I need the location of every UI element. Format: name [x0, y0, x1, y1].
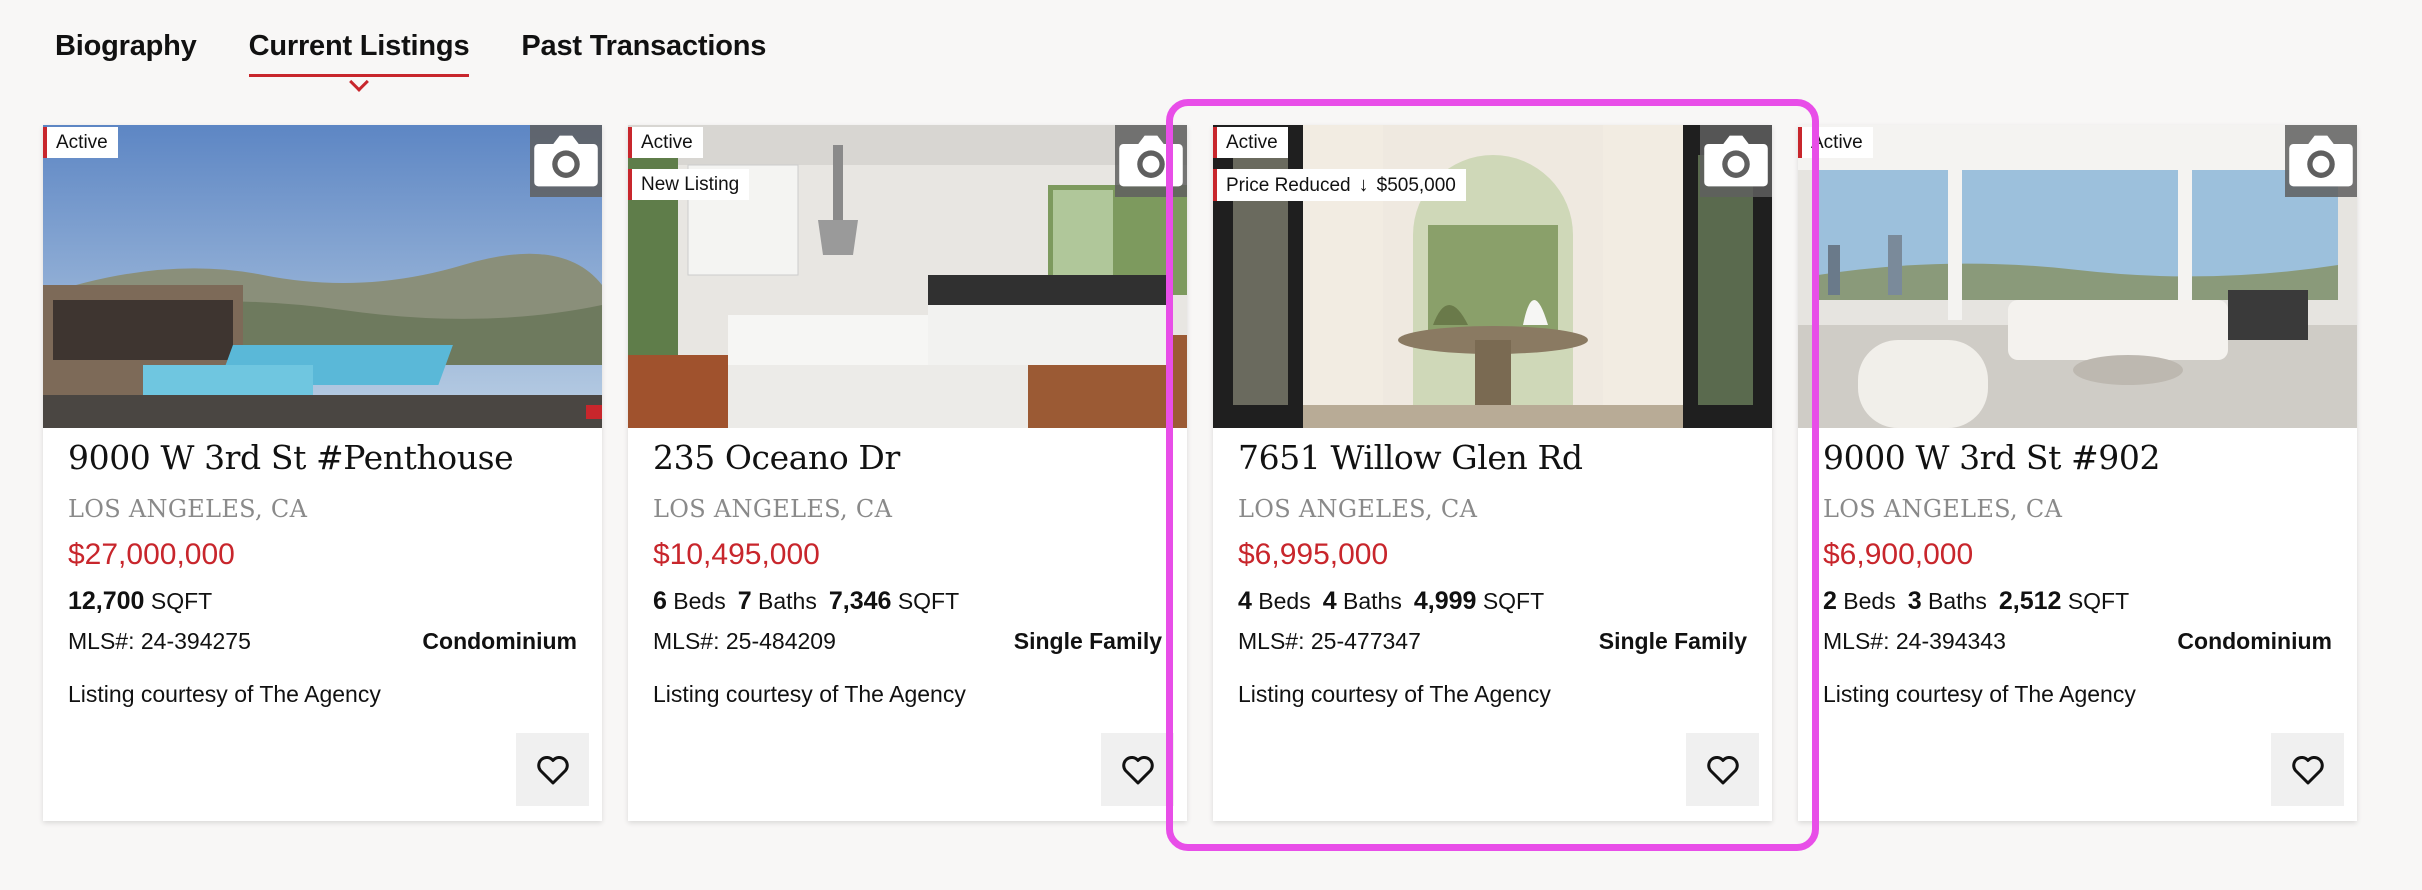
baths-value: 7: [737, 587, 752, 615]
baths-value: 4: [1322, 587, 1337, 615]
listing-address[interactable]: 235 Oceano Dr: [653, 438, 900, 477]
listing-price: $6,995,000: [1238, 538, 1389, 571]
mls-number: MLS#: 24-394275: [68, 628, 251, 654]
property-type: Condominium: [2177, 628, 2332, 654]
status-badge-label: Active: [1811, 132, 1863, 153]
favorite-button[interactable]: [2271, 733, 2344, 806]
favorite-button[interactable]: [1101, 733, 1174, 806]
baths-label: Baths: [758, 588, 817, 614]
status-badge-label: Active: [1226, 132, 1278, 153]
property-type: Single Family: [1598, 628, 1747, 654]
listing-specs: 12,700 SQFT: [68, 587, 212, 616]
listing-photo[interactable]: Active: [1798, 125, 2357, 428]
heart-icon: [1121, 755, 1154, 784]
listing-address[interactable]: 7651 Willow Glen Rd: [1238, 438, 1583, 477]
favorite-button[interactable]: [516, 733, 589, 806]
status-badge: Active: [1798, 127, 1873, 158]
listing-photo[interactable]: Active New Listing: [628, 125, 1187, 428]
sqft-value: 7,346: [828, 587, 892, 615]
beds-label: Beds: [1258, 588, 1311, 614]
listing-card[interactable]: Active Price Reduced ↓ $505,000 7651 Willo…: [1213, 125, 1772, 821]
beds-label: Beds: [1843, 588, 1896, 614]
beds-value: 4: [1238, 587, 1252, 615]
new-listing-badge-label: New Listing: [641, 174, 740, 195]
property-type: Single Family: [1013, 628, 1162, 654]
arrow-down-icon: ↓: [1358, 174, 1369, 196]
status-badge: Active: [43, 127, 118, 158]
status-badge: Active: [1213, 127, 1288, 158]
listing-address[interactable]: 9000 W 3rd St #902: [1823, 438, 2160, 477]
baths-label: Baths: [1928, 588, 1987, 614]
price-reduced-amount: $505,000: [1376, 174, 1456, 196]
beds-value: 2: [1823, 587, 1837, 615]
listing-photo[interactable]: Active: [43, 125, 602, 428]
heart-icon: [536, 755, 569, 784]
listing-specs: 4 Beds 4 Baths 4,999 SQFT: [1238, 587, 1544, 616]
listing-courtesy: Listing courtesy of The Agency: [1238, 681, 1551, 707]
tab-biography[interactable]: Biography: [55, 30, 197, 77]
beds-label: Beds: [673, 588, 726, 614]
heart-icon: [2291, 755, 2324, 784]
listing-courtesy: Listing courtesy of The Agency: [653, 681, 966, 707]
listing-price: $27,000,000: [68, 538, 235, 571]
camera-icon[interactable]: [1700, 125, 1772, 197]
status-badge: Active: [628, 127, 703, 158]
camera-icon[interactable]: [530, 125, 602, 197]
price-reduced-badge: Price Reduced ↓ $505,000: [1213, 169, 1466, 201]
property-type: Condominium: [422, 628, 577, 654]
sqft-label: SQFT: [897, 588, 960, 614]
listing-tabs: Biography Current Listings Past Transact…: [55, 30, 766, 92]
sqft-value: 4,999: [1413, 587, 1477, 615]
listing-card[interactable]: Active 9000 W 3rd St #902 LOS ANGELES, C…: [1798, 125, 2357, 821]
tab-current-listings-label: Current Listings: [248, 30, 470, 62]
mls-number: MLS#: 25-477347: [1238, 628, 1421, 654]
listing-courtesy: Listing courtesy of The Agency: [1823, 681, 2136, 707]
mls-number: MLS#: 24-394343: [1823, 628, 2006, 654]
sqft-value: 12,700: [68, 587, 145, 615]
listing-address[interactable]: 9000 W 3rd St #Penthouse: [68, 438, 514, 477]
status-badge-label: Active: [641, 132, 693, 153]
sqft-label: SQFT: [150, 588, 213, 614]
sqft-value: 2,512: [1998, 587, 2062, 615]
listing-city: LOS ANGELES, CA: [653, 495, 893, 523]
new-listing-badge: New Listing: [628, 169, 750, 200]
status-badge-label: Active: [56, 132, 108, 153]
active-tab-caret: [349, 72, 369, 92]
listing-card[interactable]: Active 9000 W 3rd St #Penthouse LOS ANGE…: [43, 125, 602, 821]
listing-photo[interactable]: Active Price Reduced ↓ $505,000: [1213, 125, 1772, 428]
listing-city: LOS ANGELES, CA: [1238, 495, 1478, 523]
listing-city: LOS ANGELES, CA: [1823, 495, 2063, 523]
camera-icon[interactable]: [1115, 125, 1187, 197]
tab-past-transactions[interactable]: Past Transactions: [521, 30, 766, 77]
listing-price: $6,900,000: [1823, 538, 1974, 571]
listing-city: LOS ANGELES, CA: [68, 495, 308, 523]
sqft-label: SQFT: [1482, 588, 1545, 614]
listing-courtesy: Listing courtesy of The Agency: [68, 681, 381, 707]
listing-specs: 6 Beds 7 Baths 7,346 SQFT: [653, 587, 959, 616]
beds-value: 6: [653, 587, 667, 615]
heart-icon: [1706, 755, 1739, 784]
baths-value: 3: [1907, 587, 1922, 615]
listing-specs: 2 Beds 3 Baths 2,512 SQFT: [1823, 587, 2129, 616]
sqft-label: SQFT: [2067, 588, 2130, 614]
mls-number: MLS#: 25-484209: [653, 628, 836, 654]
price-reduced-label: Price Reduced: [1226, 174, 1351, 196]
favorite-button[interactable]: [1686, 733, 1759, 806]
baths-label: Baths: [1343, 588, 1402, 614]
camera-icon[interactable]: [2285, 125, 2357, 197]
listing-card[interactable]: Active New Listing 235 Oceano Dr LOS ANG…: [628, 125, 1187, 821]
tab-current-listings[interactable]: Current Listings: [248, 30, 470, 92]
listing-price: $10,495,000: [653, 538, 820, 571]
